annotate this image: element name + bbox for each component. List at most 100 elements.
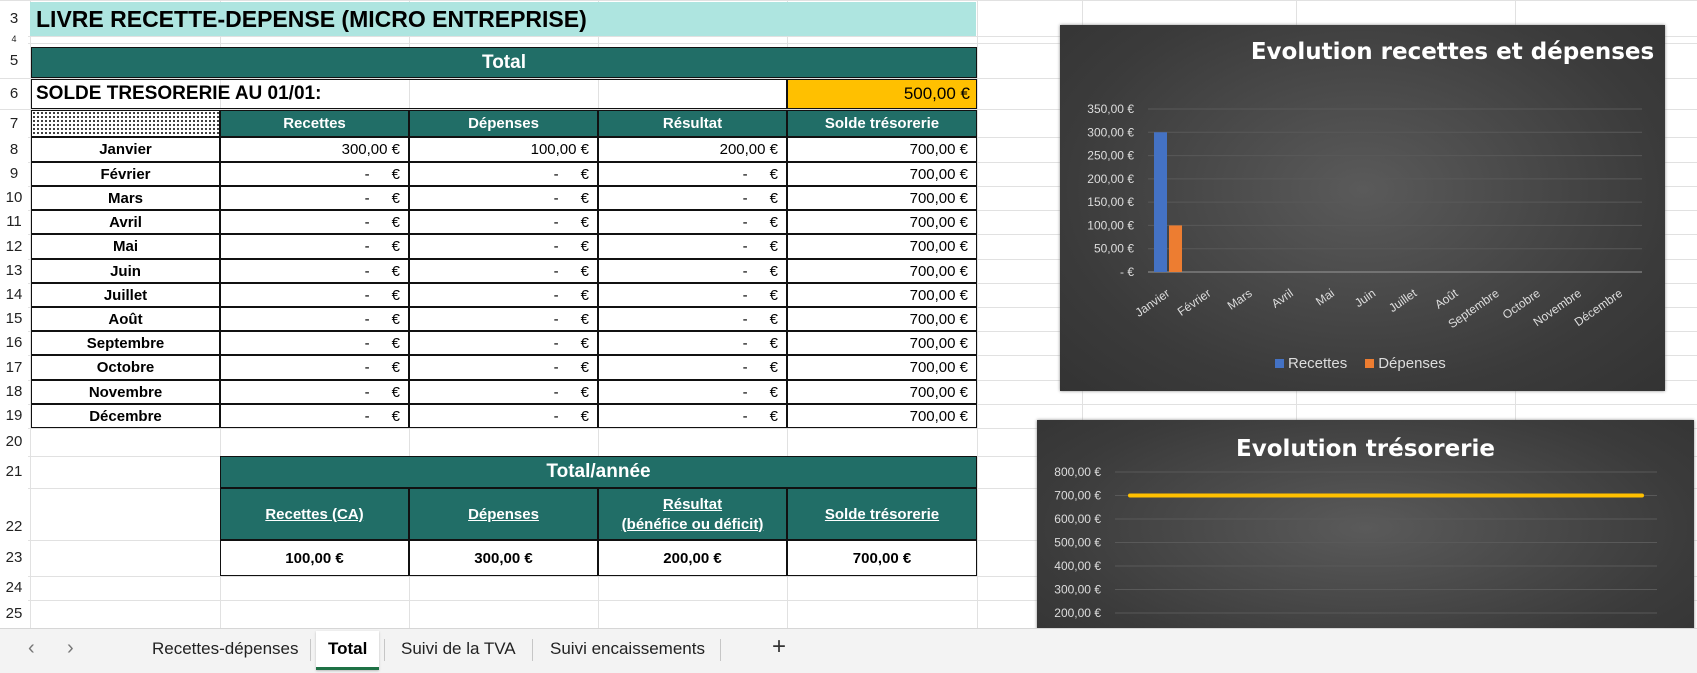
value-cell-recettes[interactable]: - € [220, 404, 409, 428]
chart-tresorerie[interactable]: Evolution trésorerie 800,00 €700,00 €600… [1037, 420, 1694, 628]
col-header-resultat[interactable]: Résultat [598, 110, 787, 137]
tab-suivi-tva[interactable]: Suivi de la TVA [401, 629, 516, 669]
row-number[interactable]: 18 [0, 380, 28, 404]
value-cell-depenses[interactable]: - € [409, 355, 598, 380]
annual-col-depenses[interactable]: Dépenses [409, 488, 598, 540]
value-cell-recettes[interactable]: - € [220, 162, 409, 186]
value-cell-solde[interactable]: 700,00 € [787, 259, 977, 283]
value-cell-resultat[interactable]: - € [598, 259, 787, 283]
value-cell-solde[interactable]: 700,00 € [787, 210, 977, 234]
month-label[interactable]: Octobre [31, 355, 220, 380]
col-header-recettes[interactable]: Recettes [220, 110, 409, 137]
row-number[interactable]: 22 [0, 488, 28, 540]
value-cell-depenses[interactable]: 100,00 € [409, 137, 598, 162]
value-cell-solde[interactable]: 700,00 € [787, 283, 977, 307]
col-header-depenses[interactable]: Dépenses [409, 110, 598, 137]
col-header-solde[interactable]: Solde trésorerie [787, 110, 977, 137]
row-number[interactable]: 12 [0, 234, 28, 259]
month-label[interactable]: Décembre [31, 404, 220, 428]
month-label[interactable]: Mai [31, 234, 220, 259]
row-number[interactable]: 9 [0, 162, 28, 186]
row-number[interactable]: 23 [0, 540, 28, 576]
hatched-corner-cell[interactable] [31, 110, 220, 137]
annual-value-solde[interactable]: 700,00 € [787, 540, 977, 576]
row-number[interactable]: 15 [0, 307, 28, 331]
tab-total[interactable]: Total [316, 631, 380, 670]
value-cell-depenses[interactable]: - € [409, 210, 598, 234]
tab-suivi-encaissements[interactable]: Suivi encaissements [550, 629, 705, 669]
month-label[interactable]: Septembre [31, 331, 220, 355]
value-cell-solde[interactable]: 700,00 € [787, 307, 977, 331]
value-cell-depenses[interactable]: - € [409, 162, 598, 186]
prev-sheet-icon[interactable]: ‹ [28, 637, 35, 660]
row-number[interactable]: 10 [0, 186, 28, 210]
row-number[interactable]: 8 [0, 137, 28, 162]
row-number[interactable]: 6 [0, 79, 28, 109]
chart1-bar-recettes[interactable] [1154, 132, 1167, 272]
chart1-bar-depenses[interactable] [1169, 225, 1182, 272]
value-cell-recettes[interactable]: - € [220, 186, 409, 210]
annual-col-recettes[interactable]: Recettes (CA) [220, 488, 409, 540]
row-number[interactable]: 14 [0, 283, 28, 307]
row-number[interactable]: 16 [0, 331, 28, 355]
value-cell-solde[interactable]: 700,00 € [787, 137, 977, 162]
row-number[interactable]: 3 [0, 2, 28, 36]
annual-col-resultat[interactable]: Résultat (bénéfice ou déficit) [598, 488, 787, 540]
value-cell-solde[interactable]: 700,00 € [787, 404, 977, 428]
value-cell-recettes[interactable]: - € [220, 259, 409, 283]
value-cell-depenses[interactable]: - € [409, 380, 598, 404]
row-number[interactable]: 20 [0, 428, 28, 456]
value-cell-resultat[interactable]: - € [598, 186, 787, 210]
value-cell-depenses[interactable]: - € [409, 259, 598, 283]
value-cell-recettes[interactable]: - € [220, 283, 409, 307]
value-cell-resultat[interactable]: - € [598, 210, 787, 234]
value-cell-recettes[interactable]: - € [220, 331, 409, 355]
value-cell-recettes[interactable]: - € [220, 355, 409, 380]
value-cell-resultat[interactable]: - € [598, 331, 787, 355]
month-label[interactable]: Juillet [31, 283, 220, 307]
row-number[interactable]: 19 [0, 404, 28, 428]
chart-recettes-depenses[interactable]: Evolution recettes et dépenses 350,00 €3… [1060, 25, 1665, 391]
row-number[interactable]: 21 [0, 456, 28, 488]
row-number[interactable]: 25 [0, 600, 28, 628]
spreadsheet-grid[interactable]: LIVRE RECETTE-DEPENSE (MICRO ENTREPRISE)… [0, 0, 1697, 628]
value-cell-resultat[interactable]: - € [598, 162, 787, 186]
next-sheet-icon[interactable]: › [67, 637, 74, 660]
value-cell-solde[interactable]: 700,00 € [787, 234, 977, 259]
value-cell-recettes[interactable]: - € [220, 380, 409, 404]
month-label[interactable]: Juin [31, 259, 220, 283]
value-cell-recettes[interactable]: - € [220, 234, 409, 259]
annual-value-resultat[interactable]: 200,00 € [598, 540, 787, 576]
value-cell-depenses[interactable]: - € [409, 186, 598, 210]
annual-value-recettes[interactable]: 100,00 € [220, 540, 409, 576]
value-cell-solde[interactable]: 700,00 € [787, 186, 977, 210]
solde-label[interactable]: SOLDE TRESORERIE AU 01/01: [31, 79, 787, 109]
value-cell-resultat[interactable]: 200,00 € [598, 137, 787, 162]
value-cell-recettes[interactable]: - € [220, 210, 409, 234]
row-number[interactable]: 4 [0, 35, 28, 44]
value-cell-resultat[interactable]: - € [598, 355, 787, 380]
value-cell-resultat[interactable]: - € [598, 404, 787, 428]
value-cell-solde[interactable]: 700,00 € [787, 380, 977, 404]
annual-col-solde[interactable]: Solde trésorerie [787, 488, 977, 540]
value-cell-solde[interactable]: 700,00 € [787, 162, 977, 186]
solde-value[interactable]: 500,00 € [787, 79, 977, 109]
value-cell-recettes[interactable]: - € [220, 307, 409, 331]
month-label[interactable]: Janvier [31, 137, 220, 162]
row-number[interactable]: 13 [0, 259, 28, 283]
value-cell-depenses[interactable]: - € [409, 307, 598, 331]
value-cell-recettes[interactable]: 300,00 € [220, 137, 409, 162]
annual-value-depenses[interactable]: 300,00 € [409, 540, 598, 576]
value-cell-solde[interactable]: 700,00 € [787, 331, 977, 355]
value-cell-resultat[interactable]: - € [598, 380, 787, 404]
value-cell-solde[interactable]: 700,00 € [787, 355, 977, 380]
row-number[interactable]: 5 [0, 43, 28, 78]
sheet-title[interactable]: LIVRE RECETTE-DEPENSE (MICRO ENTREPRISE) [30, 2, 976, 36]
row-number[interactable]: 17 [0, 355, 28, 380]
value-cell-depenses[interactable]: - € [409, 404, 598, 428]
value-cell-resultat[interactable]: - € [598, 234, 787, 259]
add-sheet-icon[interactable]: + [772, 633, 786, 661]
row-number[interactable]: 24 [0, 576, 28, 600]
month-label[interactable]: Août [31, 307, 220, 331]
value-cell-resultat[interactable]: - € [598, 283, 787, 307]
